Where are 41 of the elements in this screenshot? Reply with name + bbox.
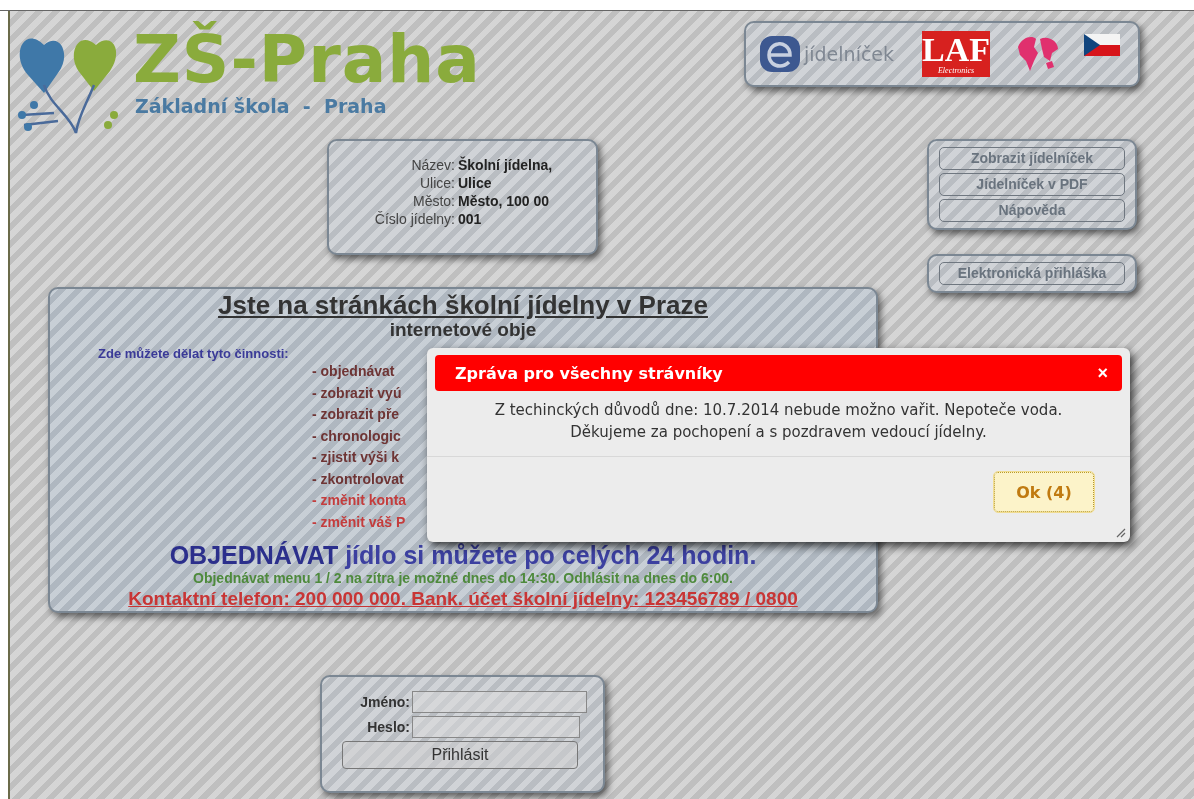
activity-item: - chronologic [312, 426, 402, 446]
login-button[interactable]: Přihlásit [342, 741, 578, 769]
login-input-field[interactable] [412, 716, 580, 738]
registration-button[interactable]: Elektronická přihláška [939, 262, 1125, 285]
activities-intro: Zde můžete dělat tyto činnosti: [98, 346, 289, 361]
login-label: Heslo: [366, 718, 410, 737]
info-value: Město, 100 00 [458, 193, 551, 209]
laf-logo[interactable]: LAF Electronics [922, 31, 991, 77]
menu-button[interactable]: Zobrazit jídelníček [939, 147, 1125, 170]
czech-flag-icon[interactable] [1084, 34, 1121, 56]
ok-button[interactable]: Ok (4) [994, 472, 1094, 512]
welcome-subtitle: internetové obje [389, 319, 537, 340]
activity-item: - změnit konta [312, 491, 407, 510]
resize-grip-icon[interactable] [1114, 526, 1126, 538]
login-input-field[interactable] [412, 691, 587, 713]
school-logo-subtitle: Základní škola - Praha [135, 95, 388, 117]
e-logo-icon [758, 34, 802, 74]
activity-item: - změnit váš P [312, 512, 407, 532]
info-value: Ulice [458, 175, 493, 191]
activity-item: - zkontrolovat [312, 469, 405, 489]
dialog-message: Z techinckých důvodů dne: 10.7.2014 nebude možno vařit. Nepoteče voda. Děkujeme za pochopení a s pozdravem vedoucí jídelny. [493, 400, 1064, 443]
activity-item: - zobrazit pře [312, 405, 401, 424]
welcome-title: Jste na stránkách školní jídelny v Praze [218, 291, 708, 319]
menu-button[interactable]: Jídelníček v PDF [939, 173, 1125, 196]
menu-button[interactable]: Nápověda [939, 199, 1125, 222]
close-button[interactable]: × [1097, 362, 1108, 384]
ejidelnicek-logo-text: jídelníček [804, 43, 895, 65]
activity-item: - zjistit výši k [312, 448, 401, 467]
dialog-title: Zpráva pro všechny strávníky [455, 363, 723, 383]
info-value: 001 [458, 211, 483, 227]
ordering-headline: OBJEDNÁVAT jídlo si můžete po celých 24 hodin. [169, 541, 757, 569]
login-label: Jméno: [359, 693, 410, 712]
info-label: Číslo jídelny: [373, 211, 455, 227]
info-label: Město: [412, 193, 455, 209]
activity-item: - zobrazit vyú [312, 383, 403, 403]
info-label: Ulice: [419, 175, 455, 191]
info-label: Název: [410, 157, 455, 173]
contact-link[interactable]: Kontaktní telefon: 200 000 000. Bank. účet školní jídelny: 123456789 / 0800 [128, 587, 798, 611]
deadline-note: Objednávat menu 1 / 2 na zítra je možné dnes do 14:30. Odhlásit na dnes do 6:00. [193, 569, 733, 587]
info-value: Školní jídelna, [458, 157, 554, 173]
activity-item: - objednávat [312, 362, 396, 381]
